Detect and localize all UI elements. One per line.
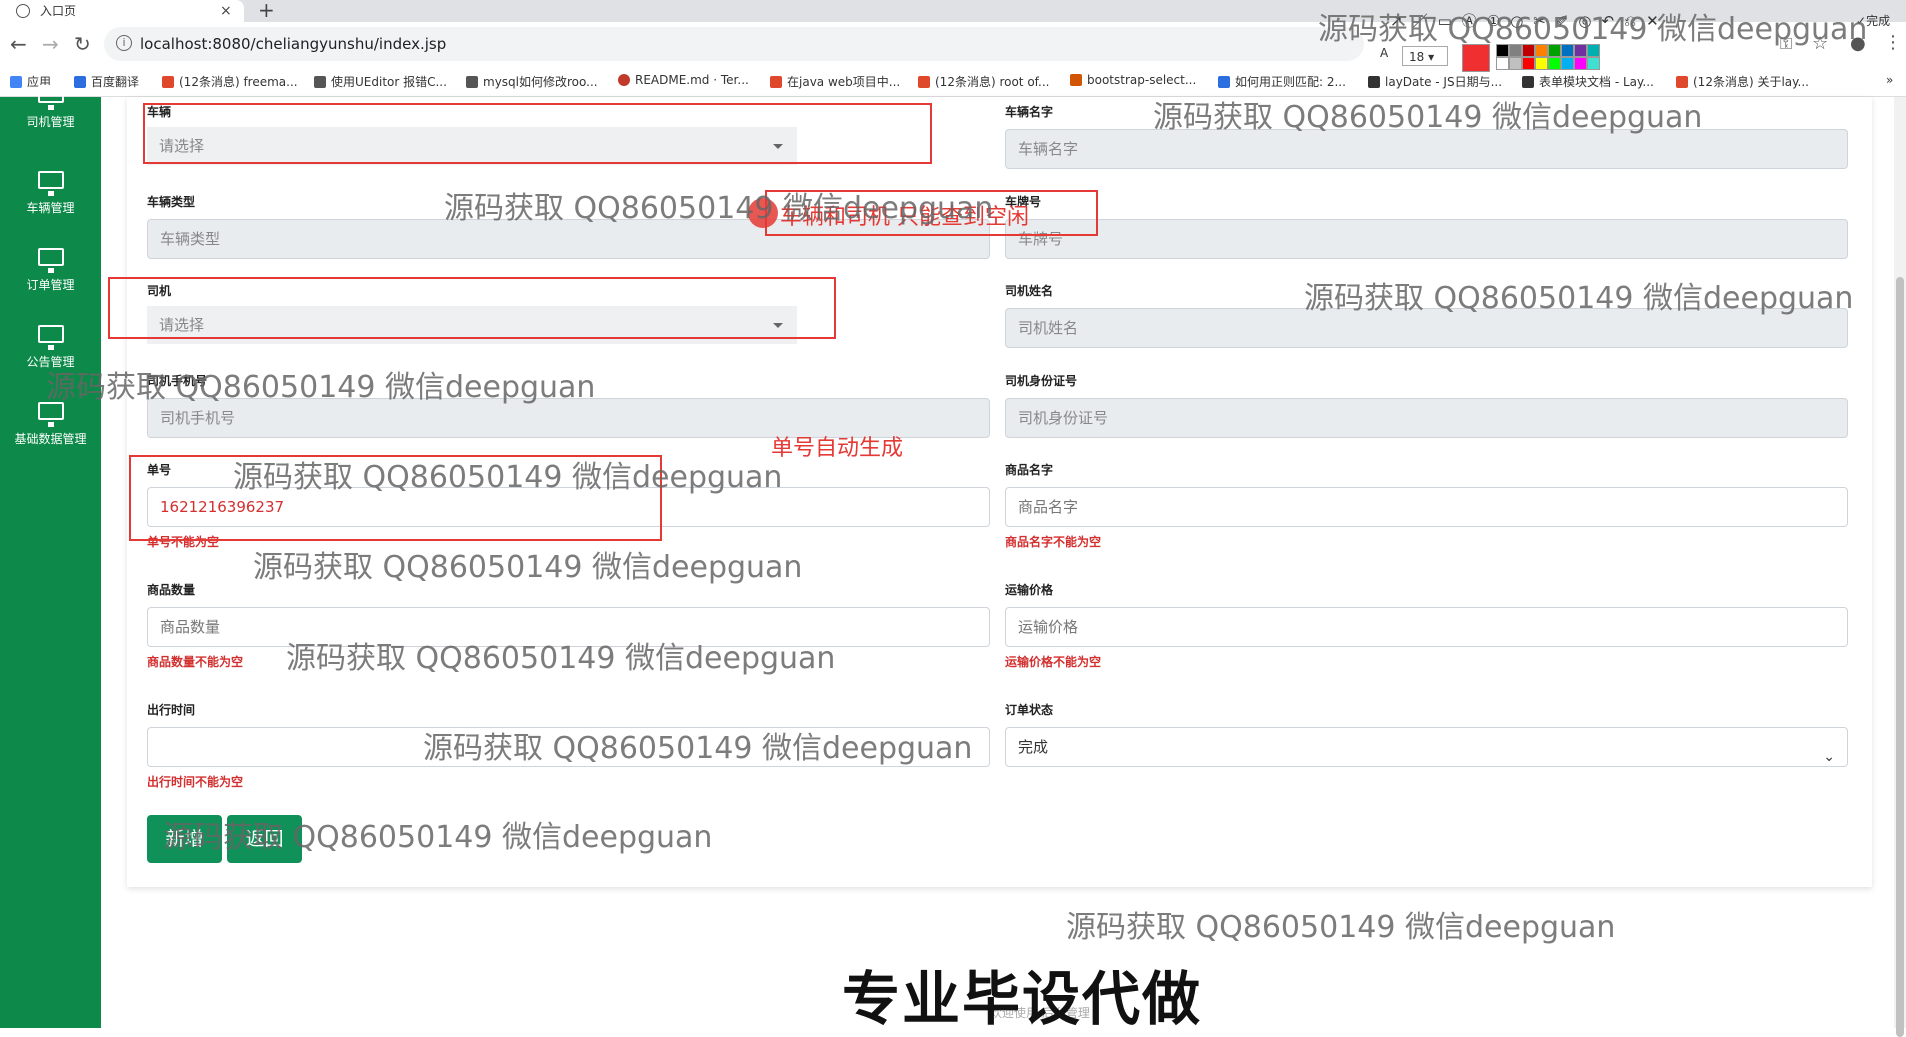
watermark: 源码获取 QQ86050149 微信deepguan <box>163 820 713 855</box>
color-swatch[interactable] <box>1522 57 1535 70</box>
tab-title: 入口页 <box>40 4 77 18</box>
bookmark-item[interactable]: mysql如何修改roo... <box>466 73 598 90</box>
color-swatch[interactable] <box>1561 57 1574 70</box>
globe-icon <box>16 4 30 18</box>
driver-id-label: 司机身份证号 <box>1005 374 1078 388</box>
price-label: 运输价格 <box>1005 583 1054 597</box>
depart-time-label: 出行时间 <box>147 703 196 717</box>
order-status-select[interactable]: 完成 ⌄ <box>1005 727 1848 767</box>
price-error: 运输价格不能为空 <box>1005 655 1102 669</box>
plate-field[interactable]: 车牌号 <box>1005 219 1848 259</box>
bookmark-item[interactable]: bootstrap-select... <box>1070 73 1196 87</box>
vehicle-name-label: 车辆名字 <box>1005 105 1054 119</box>
gitee-icon <box>618 74 630 86</box>
sidebar-item-label: 司机管理 <box>26 115 75 129</box>
site-icon <box>1070 74 1082 86</box>
scrollbar[interactable] <box>1894 97 1906 1037</box>
tab-close-icon[interactable]: × <box>220 0 232 22</box>
annotation-box-vehicle <box>143 103 932 164</box>
vehicle-type-label: 车辆类型 <box>147 195 196 209</box>
bookmark-item[interactable]: (12条消息) root of... <box>918 73 1049 90</box>
site-icon <box>466 76 478 88</box>
watermark: 源码获取 QQ86050149 微信deepguan <box>1304 281 1854 316</box>
depart-time-error: 出行时间不能为空 <box>147 775 244 789</box>
goods-name-label: 商品名字 <box>1005 463 1054 477</box>
url-text: localhost:8080/cheliangyunshu/index.jsp <box>140 35 447 53</box>
driver-name-label: 司机姓名 <box>1005 284 1054 298</box>
bookmark-item[interactable]: 如何用正则匹配: 2... <box>1218 73 1346 90</box>
new-tab-button[interactable]: + <box>258 0 275 22</box>
csdn-icon <box>1676 76 1688 88</box>
url-input[interactable]: i localhost:8080/cheliangyunshu/index.js… <box>104 27 1364 61</box>
site-icon <box>1368 76 1380 88</box>
baidu-icon <box>1218 76 1230 88</box>
sidebar-item-label: 订单管理 <box>26 278 75 292</box>
watermark: 源码获取 QQ86050149 微信deepguan <box>423 731 973 766</box>
monitor-icon <box>37 325 64 350</box>
watermark: 源码获取 QQ86050149 微信deepguan <box>1153 100 1703 135</box>
bookmark-item[interactable]: (12条消息) freema... <box>162 73 298 90</box>
bookmark-item[interactable]: 使用UEditor 报错C... <box>314 73 447 90</box>
watermark: 源码获取 QQ86050149 微信deepguan <box>1318 12 1868 47</box>
watermark: 源码获取 QQ86050149 微信deepguan <box>444 191 994 226</box>
watermark: 源码获取 QQ86050149 微信deepguan <box>286 641 836 676</box>
color-swatch[interactable] <box>1574 57 1587 70</box>
sidebar-item-base-data[interactable]: 基础数据管理 <box>0 402 101 447</box>
goods-name-error: 商品名字不能为空 <box>1005 535 1102 549</box>
back-arrow-icon[interactable]: ← <box>10 32 27 56</box>
order-status-label: 订单状态 <box>1005 703 1054 717</box>
forward-arrow-icon[interactable]: → <box>42 32 59 56</box>
color-swatch[interactable] <box>1496 57 1509 70</box>
sidebar-item-label: 车辆管理 <box>26 201 75 215</box>
price-field[interactable]: 运输价格 <box>1005 607 1848 647</box>
font-size-icon[interactable]: A <box>1380 46 1388 60</box>
csdn-icon <box>770 76 782 88</box>
font-size-select[interactable]: 18 ▾ <box>1402 46 1448 66</box>
sidebar-item-orders[interactable]: 订单管理 <box>0 248 101 293</box>
goods-qty-error: 商品数量不能为空 <box>147 655 244 669</box>
color-swatch[interactable] <box>1509 57 1522 70</box>
sidebar-item-label: 基础数据管理 <box>14 432 87 446</box>
driver-id-field[interactable]: 司机身份证号 <box>1005 398 1848 438</box>
csdn-icon <box>918 76 930 88</box>
site-icon <box>1522 76 1534 88</box>
watermark: 源码获取 QQ86050149 微信deepguan <box>233 460 783 495</box>
color-swatch[interactable] <box>1535 57 1548 70</box>
color-swatch[interactable] <box>1587 57 1600 70</box>
watermark: 源码获取 QQ86050149 微信deepguan <box>253 550 803 585</box>
sidebar-item-vehicles[interactable]: 车辆管理 <box>0 171 101 216</box>
annotation-box-driver <box>108 277 836 339</box>
monitor-icon <box>37 171 64 196</box>
current-color-swatch[interactable] <box>1462 44 1490 72</box>
browser-tab[interactable]: 入口页 × <box>0 0 244 22</box>
scrollbar-thumb[interactable] <box>1896 277 1904 1037</box>
banner-text: 专业毕设代做 <box>842 965 1203 1033</box>
sidebar-item-drivers[interactable]: 司机管理 <box>0 85 101 130</box>
annotation-auto-note: 单号自动生成 <box>771 436 904 461</box>
goods-name-field[interactable]: 商品名字 <box>1005 487 1848 527</box>
monitor-icon <box>37 248 64 273</box>
monitor-icon <box>37 85 64 110</box>
chevron-down-icon: ⌄ <box>1823 749 1835 765</box>
csdn-icon <box>162 76 174 88</box>
bookmark-item[interactable]: README.md · Ter... <box>618 73 749 87</box>
watermark: 源码获取 QQ86050149 微信deepguan <box>1066 910 1616 945</box>
goods-qty-label: 商品数量 <box>147 583 196 597</box>
site-icon <box>314 76 326 88</box>
reload-icon[interactable]: ↻ <box>74 32 91 56</box>
color-swatch[interactable] <box>1548 57 1561 70</box>
bookmark-item[interactable]: 在java web项目中... <box>770 73 900 90</box>
info-icon[interactable]: i <box>116 35 132 51</box>
sidebar: 司机管理 车辆管理 订单管理 公告管理 基础数据管理 <box>0 85 101 1028</box>
watermark: 源码获取 QQ86050149 微信deepguan <box>46 370 596 405</box>
